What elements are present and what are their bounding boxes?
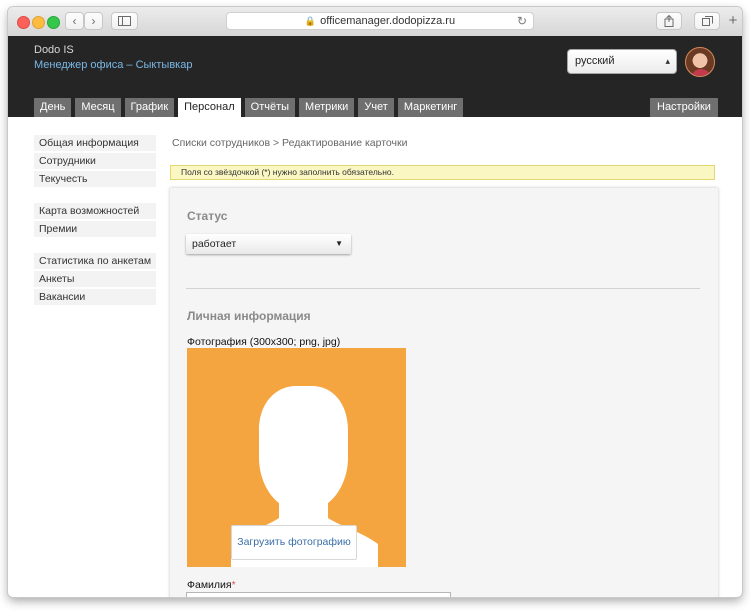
back-button[interactable]: ‹	[65, 12, 84, 30]
required-mark: *	[231, 579, 236, 591]
sidebar-item-turnover[interactable]: Текучесть	[34, 171, 156, 187]
lastname-input[interactable]	[186, 592, 451, 597]
sidebar: Общая информация Сотрудники Текучесть Ка…	[34, 135, 156, 321]
sidebar-group: Карта возможностей Премии	[34, 203, 156, 237]
tab-accounting[interactable]: Учет	[358, 98, 394, 117]
status-value: работает	[192, 238, 237, 250]
tab-reports[interactable]: Отчёты	[244, 98, 296, 117]
browser-titlebar: ‹ › 🔒 officemanager.dodopizza.ru ↻ +	[8, 7, 742, 37]
plus-icon: +	[728, 12, 738, 29]
select-arrows-icon: ▴	[665, 56, 670, 66]
tab-metrics[interactable]: Метрики	[299, 98, 355, 117]
office-link[interactable]: Менеджер офиса – Сыктывкар	[34, 59, 192, 71]
sidebar-item-surveys[interactable]: Анкеты	[34, 271, 156, 287]
upload-photo-button[interactable]: Загрузить фотографию	[231, 525, 357, 560]
photo-label: Фотография (300x300; png, jpg)	[187, 336, 341, 348]
lock-icon: 🔒	[304, 15, 317, 26]
zoom-window-button[interactable]	[47, 16, 60, 29]
sidebar-group: Общая информация Сотрудники Текучесть	[34, 135, 156, 187]
chevron-left-icon: ‹	[72, 14, 77, 28]
avatar[interactable]	[685, 47, 715, 77]
sidebar-item-vacancies[interactable]: Вакансии	[34, 289, 156, 305]
section-divider	[186, 288, 700, 289]
tab-personnel[interactable]: Персонал	[178, 98, 241, 117]
address-bar[interactable]: 🔒 officemanager.dodopizza.ru ↻	[226, 12, 534, 30]
url-text: officemanager.dodopizza.ru	[320, 15, 456, 27]
tab-month[interactable]: Месяц	[75, 98, 121, 117]
settings-button[interactable]: Настройки	[650, 98, 718, 117]
chevron-right-icon: ›	[91, 14, 96, 28]
app-header: Dodo IS Менеджер офиса – Сыктывкар русск…	[8, 36, 742, 117]
caret-down-icon: ▼	[335, 239, 343, 248]
close-window-button[interactable]	[17, 16, 30, 29]
share-button[interactable]	[656, 12, 682, 30]
sidebar-item-bonuses[interactable]: Премии	[34, 221, 156, 237]
tabs-overview-button[interactable]	[694, 12, 720, 30]
status-select[interactable]: работает ▼	[186, 234, 351, 254]
tab-day[interactable]: День	[34, 98, 72, 117]
sidebar-item-general-info[interactable]: Общая информация	[34, 135, 156, 151]
tab-marketing[interactable]: Маркетинг	[397, 98, 464, 117]
tabs-icon	[701, 16, 713, 26]
browser-window: ‹ › 🔒 officemanager.dodopizza.ru ↻ + Dod…	[8, 7, 742, 597]
main-tabs: День Месяц График Персонал Отчёты Метрик…	[34, 98, 467, 117]
sidebar-toggle-button[interactable]	[111, 12, 138, 30]
sidebar-item-employees[interactable]: Сотрудники	[34, 153, 156, 169]
personal-info-heading: Личная информация	[187, 309, 311, 323]
new-tab-button[interactable]: +	[726, 12, 740, 29]
photo-placeholder: Загрузить фотографию	[187, 348, 406, 567]
required-fields-notice: Поля со звёздочкой (*) нужно заполнить о…	[170, 165, 715, 180]
breadcrumb: Списки сотрудников > Редактирование карт…	[172, 137, 408, 149]
share-icon	[664, 15, 674, 27]
language-select[interactable]: русский ▴	[567, 49, 677, 74]
lastname-label-text: Фамилия	[187, 579, 232, 591]
lastname-label: Фамилия*	[187, 579, 236, 591]
language-value: русский	[575, 55, 615, 67]
reload-icon[interactable]: ↻	[517, 14, 527, 28]
minimize-window-button[interactable]	[32, 16, 45, 29]
app-brand: Dodo IS	[34, 44, 74, 56]
employee-card-form: Статус работает ▼ Личная информация Фото…	[170, 188, 718, 597]
sidebar-item-opportunity-map[interactable]: Карта возможностей	[34, 203, 156, 219]
sidebar-group: Статистика по анкетам Анкеты Вакансии	[34, 253, 156, 305]
sidebar-icon	[118, 16, 131, 26]
status-heading: Статус	[187, 209, 228, 223]
tab-schedule[interactable]: График	[124, 98, 175, 117]
forward-button[interactable]: ›	[84, 12, 103, 30]
sidebar-item-survey-stats[interactable]: Статистика по анкетам	[34, 253, 156, 269]
